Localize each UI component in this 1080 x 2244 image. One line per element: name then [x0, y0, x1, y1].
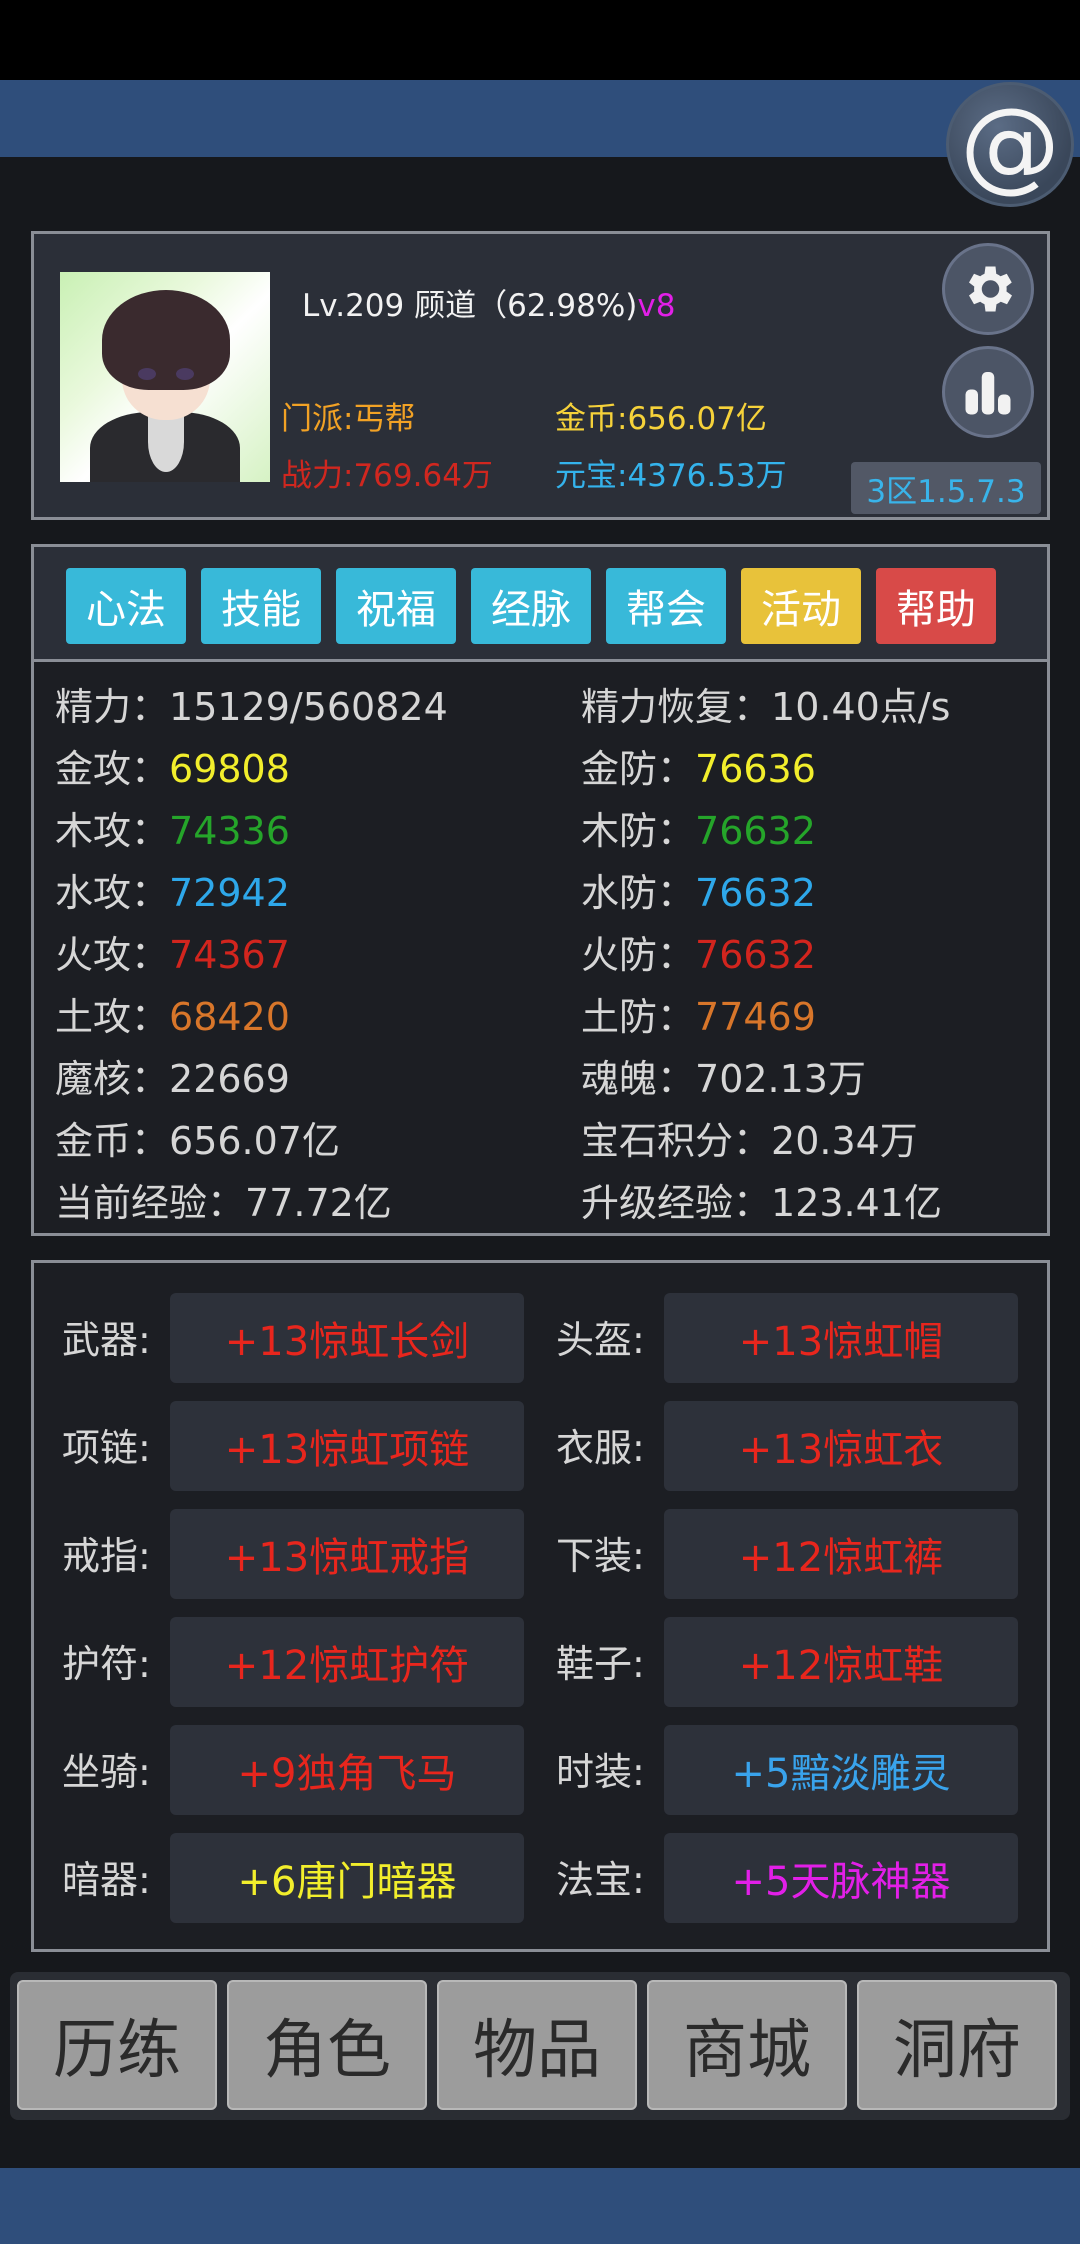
level-name-text: Lv.209 顾道（62.98%) [302, 288, 638, 324]
equip-necklace-button[interactable]: +13惊虹项链 [170, 1401, 524, 1491]
slot-label-mount: 坐骑: [62, 1750, 151, 1794]
stat-current-exp: 当前经验：77.72亿 [55, 1181, 392, 1225]
stat-earth-attack: 土攻：68420 [55, 995, 290, 1039]
slot-label-shoes: 鞋子: [556, 1642, 645, 1686]
slot-label-clothes: 衣服: [556, 1426, 645, 1470]
stat-magic-core: 魔核：22669 [55, 1057, 290, 1101]
equip-fashion-button[interactable]: +5黯淡雕灵 [664, 1725, 1018, 1815]
tab-guild[interactable]: 帮会 [606, 568, 726, 644]
slot-label-artifact: 法宝: [556, 1858, 645, 1902]
sect-label: 门派:丐帮 [281, 401, 416, 437]
slot-label-pants: 下装: [556, 1534, 645, 1578]
tab-xinfa[interactable]: 心法 [66, 568, 186, 644]
nav-cave[interactable]: 洞府 [857, 1980, 1057, 2110]
stat-earth-defense: 土防：77469 [581, 995, 816, 1039]
tab-skills[interactable]: 技能 [201, 568, 321, 644]
status-bar [0, 0, 1080, 80]
bottom-bar [0, 2168, 1080, 2244]
stat-energy: 精力：15129/560824 [55, 685, 448, 729]
equip-clothes-button[interactable]: +13惊虹衣 [664, 1401, 1018, 1491]
slot-label-ring: 戒指: [62, 1534, 151, 1578]
stat-energy-regen: 精力恢复：10.40点/s [581, 685, 951, 729]
gear-icon [969, 266, 1012, 312]
slot-label-helmet: 头盔: [556, 1318, 645, 1362]
stat-metal-defense: 金防：76636 [581, 747, 816, 791]
nav-shop[interactable]: 商城 [647, 1980, 847, 2110]
equip-mount-button[interactable]: +9独角飞马 [170, 1725, 524, 1815]
slot-label-necklace: 项链: [62, 1426, 151, 1470]
title-bar [0, 80, 1080, 157]
yuanbao-label: 元宝:4376.53万 [555, 458, 787, 494]
tab-events[interactable]: 活动 [741, 568, 861, 644]
version-badge: 3区1.5.7.3 [851, 462, 1041, 514]
equip-shoes-button[interactable]: +12惊虹鞋 [664, 1617, 1018, 1707]
equip-ring-button[interactable]: +13惊虹戒指 [170, 1509, 524, 1599]
equip-weapon-button[interactable]: +13惊虹长剑 [170, 1293, 524, 1383]
stat-fire-attack: 火攻：74367 [55, 933, 290, 977]
equip-hidden-weapon-button[interactable]: +6唐门暗器 [170, 1833, 524, 1923]
nav-training[interactable]: 历练 [17, 1980, 217, 2110]
slot-label-fashion: 时装: [556, 1750, 645, 1794]
stat-wood-attack: 木攻：74336 [55, 809, 290, 853]
settings-button[interactable] [942, 243, 1034, 335]
stat-gold: 金币：656.07亿 [55, 1119, 340, 1163]
nav-items[interactable]: 物品 [437, 1980, 637, 2110]
stat-metal-attack: 金攻：69808 [55, 747, 290, 791]
power-label: 战力:769.64万 [281, 458, 493, 494]
slot-label-weapon: 武器: [62, 1318, 151, 1362]
vip-badge: v8 [637, 288, 676, 324]
tab-meridian[interactable]: 经脉 [471, 568, 591, 644]
bar-chart-icon [965, 372, 1011, 415]
equip-amulet-button[interactable]: +12惊虹护符 [170, 1617, 524, 1707]
equip-helmet-button[interactable]: +13惊虹帽 [664, 1293, 1018, 1383]
gold-label: 金币:656.07亿 [555, 401, 767, 437]
level-name: Lv.209 顾道（62.98%)v8 [302, 280, 675, 325]
stats-button[interactable] [942, 346, 1034, 438]
at-icon[interactable]: @ [946, 82, 1074, 207]
stat-soul: 魂魄：702.13万 [581, 1057, 866, 1101]
stat-gem-points: 宝石积分：20.34万 [581, 1119, 918, 1163]
stat-wood-defense: 木防：76632 [581, 809, 816, 853]
stat-fire-defense: 火防：76632 [581, 933, 816, 977]
avatar[interactable] [60, 272, 270, 482]
stat-water-defense: 水防：76632 [581, 871, 816, 915]
equip-pants-button[interactable]: +12惊虹裤 [664, 1509, 1018, 1599]
tab-help[interactable]: 帮助 [876, 568, 996, 644]
equip-artifact-button[interactable]: +5天脉神器 [664, 1833, 1018, 1923]
stat-water-attack: 水攻：72942 [55, 871, 290, 915]
slot-label-amulet: 护符: [62, 1642, 151, 1686]
tab-blessing[interactable]: 祝福 [336, 568, 456, 644]
stat-levelup-exp: 升级经验：123.41亿 [581, 1181, 942, 1225]
nav-character[interactable]: 角色 [227, 1980, 427, 2110]
slot-label-hidden-weapon: 暗器: [62, 1858, 151, 1902]
